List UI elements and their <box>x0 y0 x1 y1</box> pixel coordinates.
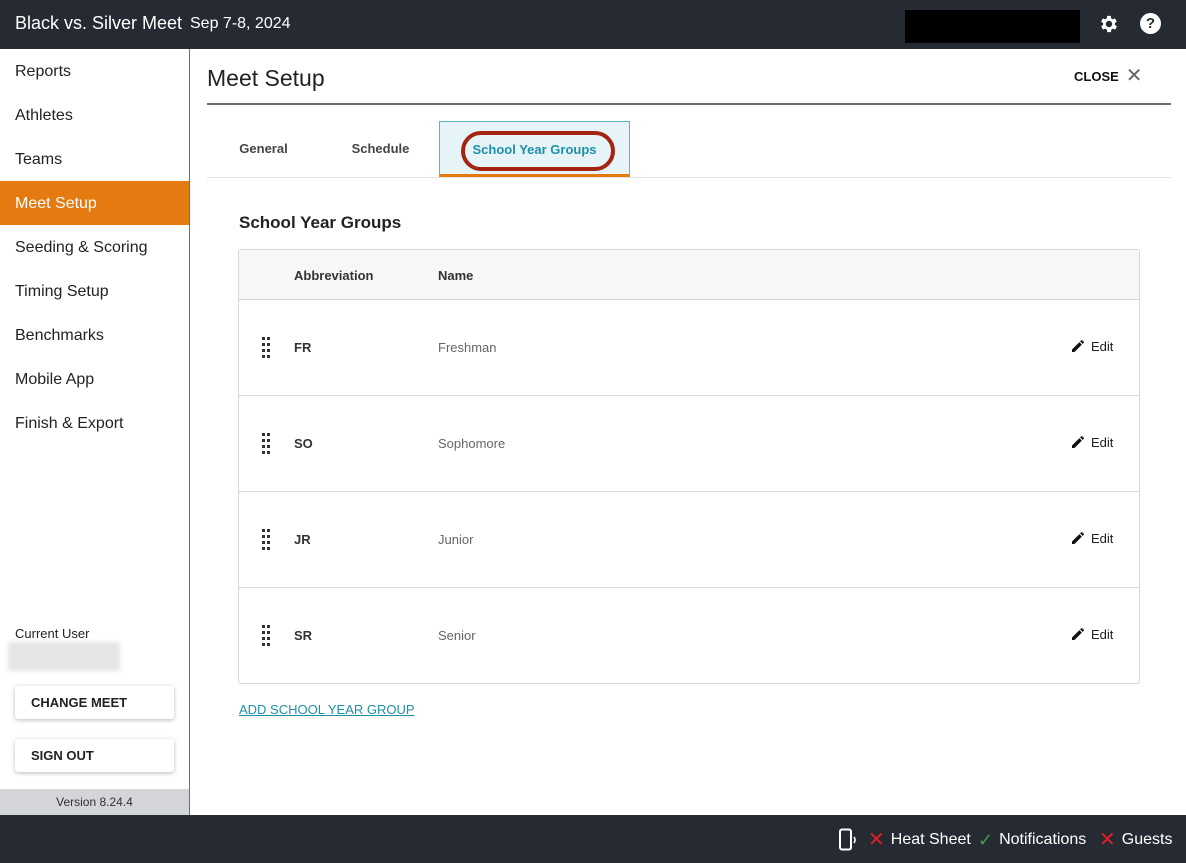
pencil-icon <box>1072 531 1084 544</box>
page-title: Meet Setup <box>207 65 325 91</box>
edit-label: Edit <box>1091 530 1114 546</box>
sidebar-item-benchmarks[interactable]: Benchmarks <box>0 313 189 357</box>
edit-label: Edit <box>1091 626 1114 642</box>
edit-button[interactable]: Edit <box>1070 530 1113 546</box>
column-header-name: Name <box>438 268 474 283</box>
row-abbreviation: SR <box>294 628 313 643</box>
sidebar-item-mobile-app[interactable]: Mobile App <box>0 357 189 401</box>
status-on-icon: ✓ <box>978 830 994 850</box>
table-row: SR Senior Edit <box>239 588 1139 684</box>
edit-label: Edit <box>1091 434 1114 450</box>
status-bar: ✕ Heat Sheet ✓ Notifications ✕ Guests <box>0 815 1186 863</box>
school-year-groups-table: Abbreviation Name FR Freshman Edit SO So… <box>238 249 1140 684</box>
version-label: Version 8.24.4 <box>0 789 189 815</box>
help-icon[interactable]: ? <box>1140 13 1161 34</box>
tab-general[interactable]: General <box>207 121 320 177</box>
sidebar-item-timing-setup[interactable]: Timing Setup <box>0 269 189 313</box>
mobile-phone-icon[interactable] <box>838 828 860 852</box>
drag-handle-icon[interactable] <box>262 337 272 359</box>
close-label: CLOSE <box>1074 68 1119 84</box>
drag-handle-icon[interactable] <box>262 625 272 647</box>
status-off-icon: ✕ <box>868 829 885 851</box>
section-title: School Year Groups <box>239 213 402 232</box>
pencil-icon <box>1072 435 1084 448</box>
row-abbreviation: FR <box>294 340 312 355</box>
tab-schedule[interactable]: Schedule <box>325 121 436 177</box>
current-user-label: Current User <box>15 626 90 641</box>
edit-button[interactable]: Edit <box>1070 626 1113 642</box>
drag-handle-icon[interactable] <box>262 529 272 551</box>
guests-status[interactable]: ✕ Guests <box>1099 829 1173 851</box>
notifications-label: Notifications <box>999 831 1087 848</box>
change-meet-button[interactable]: CHANGE MEET <box>15 686 174 719</box>
row-name: Freshman <box>438 340 497 355</box>
pencil-icon <box>1072 339 1084 352</box>
close-button[interactable]: CLOSE ✕ <box>1074 65 1143 87</box>
sidebar-item-finish-export[interactable]: Finish & Export <box>0 401 189 445</box>
edit-label: Edit <box>1091 338 1114 354</box>
table-header: Abbreviation Name <box>239 250 1139 300</box>
redacted-block <box>905 10 1080 43</box>
table-row: SO Sophomore Edit <box>239 396 1139 492</box>
row-abbreviation: SO <box>294 436 313 451</box>
drag-handle-icon[interactable] <box>262 433 272 455</box>
sidebar-item-athletes[interactable]: Athletes <box>0 93 189 137</box>
sidebar-item-meet-setup[interactable]: Meet Setup <box>0 181 189 225</box>
sidebar-item-teams[interactable]: Teams <box>0 137 189 181</box>
edit-button[interactable]: Edit <box>1070 434 1113 450</box>
sidebar-item-seeding-scoring[interactable]: Seeding & Scoring <box>0 225 189 269</box>
table-row: FR Freshman Edit <box>239 300 1139 396</box>
column-header-abbreviation: Abbreviation <box>294 268 374 283</box>
row-name: Sophomore <box>438 436 506 451</box>
gear-icon[interactable] <box>1098 13 1120 35</box>
edit-button[interactable]: Edit <box>1070 338 1113 354</box>
tabs-divider <box>207 177 1171 178</box>
pencil-icon <box>1072 627 1084 640</box>
add-school-year-group-link[interactable]: ADD SCHOOL YEAR GROUP <box>239 702 415 717</box>
row-name: Junior <box>438 532 474 547</box>
heat-sheet-status[interactable]: ✕ Heat Sheet <box>868 829 971 851</box>
guests-label: Guests <box>1121 831 1173 848</box>
row-name: Senior <box>438 628 476 643</box>
sidebar: Reports Athletes Teams Meet Setup Seedin… <box>0 49 190 815</box>
current-user-name-redacted <box>8 642 120 671</box>
highlight-annotation <box>461 131 615 171</box>
close-icon: ✕ <box>1125 65 1143 87</box>
sign-out-button[interactable]: SIGN OUT <box>15 739 174 772</box>
notifications-status[interactable]: ✓ Notifications <box>978 831 1086 849</box>
heat-sheet-label: Heat Sheet <box>890 831 971 848</box>
status-off-icon: ✕ <box>1099 829 1116 851</box>
sidebar-item-reports[interactable]: Reports <box>0 49 189 93</box>
title-divider <box>207 103 1171 105</box>
app-title: Black vs. Silver Meet <box>15 13 183 33</box>
table-row: JR Junior Edit <box>239 492 1139 588</box>
meet-date: Sep 7-8, 2024 <box>190 15 291 32</box>
top-bar: Black vs. Silver Meet Sep 7-8, 2024 ? <box>0 0 1186 49</box>
row-abbreviation: JR <box>294 532 311 547</box>
